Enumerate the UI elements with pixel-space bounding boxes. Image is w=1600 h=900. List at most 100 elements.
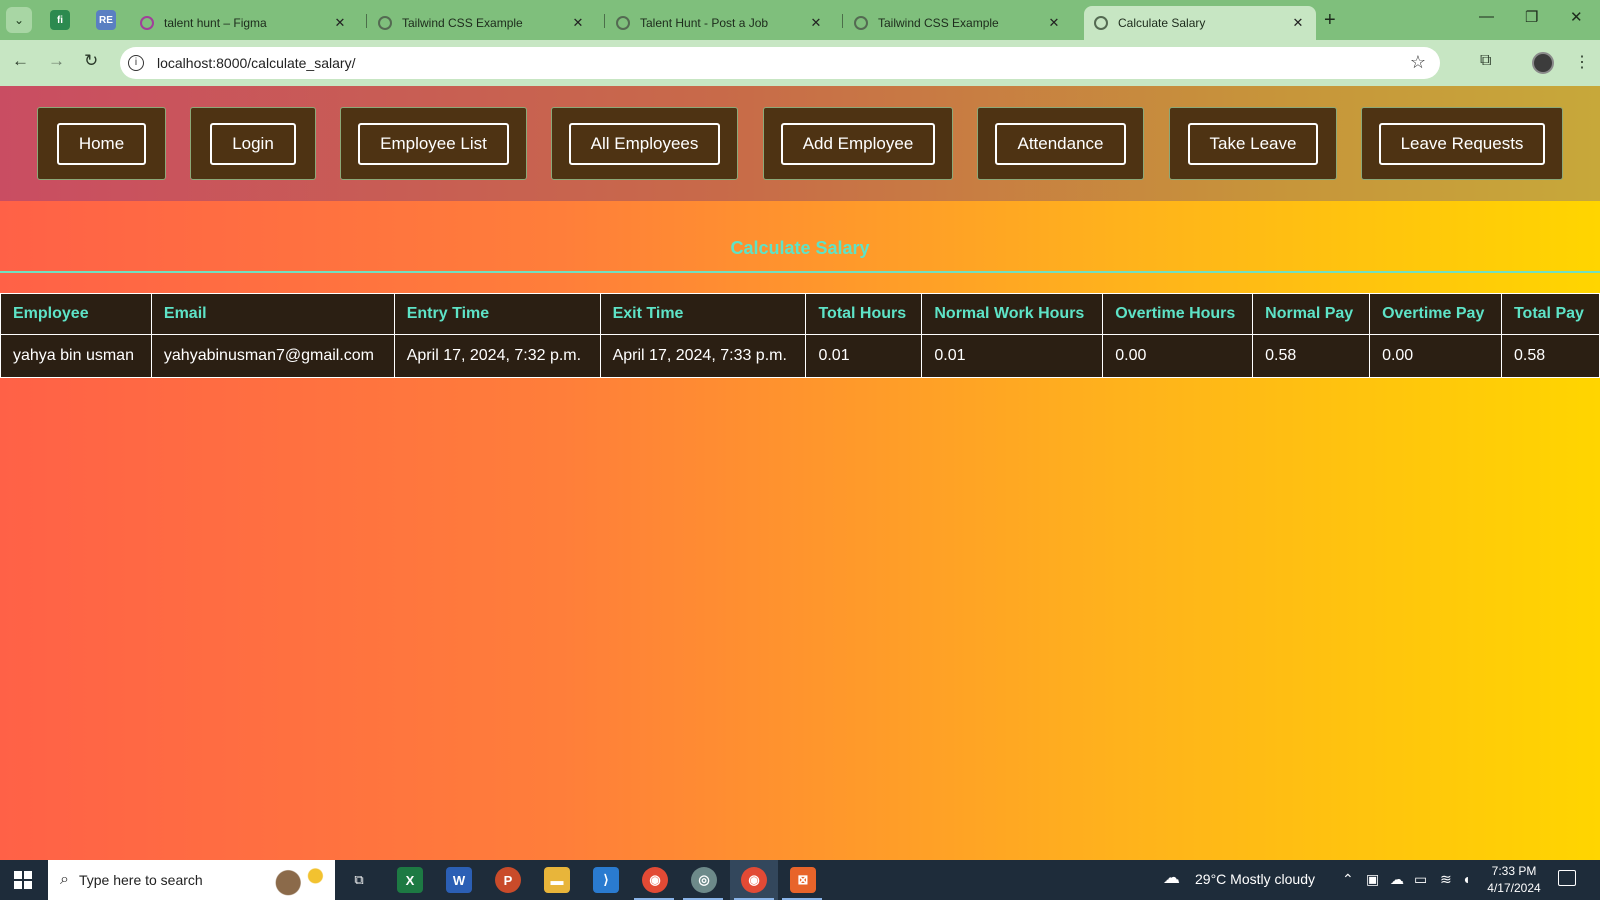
globe-icon	[616, 16, 630, 30]
close-icon[interactable]: ✕	[808, 15, 824, 31]
minimize-icon[interactable]: —	[1479, 8, 1494, 25]
powerpoint-icon[interactable]: P	[495, 867, 521, 893]
nav-card-add-employee: Add Employee	[763, 107, 953, 180]
taskbar-search[interactable]: ⌕ Type here to search	[48, 860, 335, 900]
nav-attendance-button[interactable]: Attendance	[995, 122, 1126, 165]
browser-toolbar: ← → ↻ i localhost:8000/calculate_salary/…	[0, 40, 1600, 86]
cell-employee: yahya bin usman	[0, 334, 152, 378]
globe-icon	[378, 16, 392, 30]
column-header: Normal Work Hours	[921, 293, 1104, 335]
column-header: Total Pay	[1500, 293, 1600, 335]
table-header-row: Employee Email Entry Time Exit Time Tota…	[0, 293, 1600, 335]
globe-icon	[1094, 16, 1108, 30]
back-icon[interactable]: ←	[12, 51, 29, 71]
cell-normal-work-hours: 0.01	[921, 334, 1104, 378]
meet-now-icon[interactable]: ▣	[1366, 871, 1379, 888]
forward-icon[interactable]: →	[48, 51, 65, 71]
column-header: Overtime Pay	[1369, 293, 1502, 335]
tab-calculate-salary[interactable]: Calculate Salary ✕	[1084, 6, 1316, 40]
nav-card-all-employees: All Employees	[551, 107, 738, 180]
close-icon[interactable]: ✕	[1046, 15, 1062, 31]
new-tab-icon[interactable]: +	[1324, 9, 1336, 32]
nav-home-button[interactable]: Home	[56, 122, 147, 165]
tab-title: Calculate Salary	[1118, 16, 1206, 30]
nav-all-employees-button[interactable]: All Employees	[568, 122, 721, 165]
wifi-icon[interactable]: ≋	[1440, 871, 1452, 888]
globe-icon	[854, 16, 868, 30]
cell-overtime-hours: 0.00	[1102, 334, 1254, 378]
tab-search-icon[interactable]: ⌄	[6, 7, 32, 33]
battery-icon[interactable]: ▭	[1414, 871, 1427, 888]
system-clock[interactable]: 7:33 PM 4/17/2024	[1474, 863, 1554, 897]
restore-icon[interactable]: ❐	[1525, 8, 1538, 26]
url-text[interactable]: localhost:8000/calculate_salary/	[157, 55, 355, 71]
column-header: Normal Pay	[1252, 293, 1371, 335]
column-header: Entry Time	[393, 293, 601, 335]
page-title: Calculate Salary	[730, 238, 870, 258]
close-icon[interactable]: ✕	[570, 15, 586, 31]
tab-divider	[842, 14, 843, 28]
nav-take-leave-button[interactable]: Take Leave	[1187, 122, 1319, 165]
tab-divider	[604, 14, 605, 28]
pinned-tab-icon[interactable]: RE	[96, 10, 116, 30]
windows-start-icon[interactable]	[14, 871, 32, 889]
weather-text[interactable]: 29°C Mostly cloudy	[1195, 871, 1315, 887]
cell-total-hours: 0.01	[805, 334, 923, 378]
xampp-icon[interactable]: ⊠	[790, 867, 816, 893]
onedrive-icon[interactable]: ☁	[1390, 871, 1404, 888]
tab-title: Tailwind CSS Example	[402, 16, 523, 30]
github-desktop-icon[interactable]: ◎	[691, 867, 717, 893]
clock-time: 7:33 PM	[1491, 864, 1537, 878]
tab-tailwind-1[interactable]: Tailwind CSS Example ✕	[368, 6, 596, 40]
extensions-icon[interactable]: ⧉	[1480, 52, 1491, 70]
page-viewport: Home Login Employee List All Employees A…	[0, 86, 1600, 860]
close-icon[interactable]: ✕	[332, 15, 348, 31]
cloud-icon[interactable]: ☁	[1163, 868, 1180, 888]
close-icon[interactable]: ✕	[1290, 15, 1306, 31]
chrome-profile-icon[interactable]: ◉	[741, 867, 767, 893]
reload-icon[interactable]: ↻	[84, 51, 98, 71]
window-close-icon[interactable]: ✕	[1570, 8, 1583, 26]
nav-card-take-leave: Take Leave	[1169, 107, 1337, 180]
site-info-icon[interactable]: i	[128, 55, 144, 71]
file-explorer-icon[interactable]: ▬	[544, 867, 570, 893]
tab-post-job[interactable]: Talent Hunt - Post a Job ✕	[606, 6, 834, 40]
menu-kebab-icon[interactable]: ⋮	[1574, 52, 1590, 72]
chrome-icon[interactable]: ◉	[642, 867, 668, 893]
cell-total-pay: 0.58	[1500, 334, 1600, 378]
notification-icon[interactable]	[1558, 870, 1576, 886]
column-header: Overtime Hours	[1102, 293, 1254, 335]
taskbar-search-placeholder[interactable]: Type here to search	[79, 872, 203, 888]
nav-card-attendance: Attendance	[977, 107, 1144, 180]
nav-leave-requests-button[interactable]: Leave Requests	[1378, 122, 1546, 165]
clock-date: 4/17/2024	[1487, 881, 1541, 895]
nav-add-employee-button[interactable]: Add Employee	[780, 122, 936, 165]
volume-icon[interactable]: ◖	[1462, 871, 1470, 887]
excel-icon[interactable]: X	[397, 867, 423, 893]
address-bar[interactable]: i localhost:8000/calculate_salary/ ☆	[120, 47, 1440, 79]
tab-figma[interactable]: talent hunt – Figma ✕	[130, 6, 358, 40]
search-icon: ⌕	[60, 871, 69, 888]
tab-divider	[366, 14, 367, 28]
nav-employee-list-button[interactable]: Employee List	[358, 122, 509, 165]
windows-taskbar: ⌕ Type here to search ⧉ X W P ▬ ⟩ ◉ ◎ ◉ …	[0, 860, 1600, 900]
vscode-icon[interactable]: ⟩	[593, 867, 619, 893]
cell-email: yahyabinusman7@gmail.com	[150, 334, 395, 378]
nav-card-login: Login	[190, 107, 316, 180]
profile-avatar[interactable]	[1532, 52, 1554, 74]
tab-title: Tailwind CSS Example	[878, 16, 999, 30]
task-view-icon[interactable]: ⧉	[346, 867, 372, 893]
browser-tab-strip: ⌄ fi RE talent hunt – Figma ✕ Tailwind C…	[0, 0, 1600, 40]
chevron-up-icon[interactable]: ⌃	[1342, 871, 1354, 888]
tab-title: talent hunt – Figma	[164, 16, 267, 30]
column-header: Exit Time	[599, 293, 807, 335]
column-header: Employee	[0, 293, 152, 335]
nav-login-button[interactable]: Login	[210, 122, 296, 165]
pinned-tab-icon[interactable]: fi	[50, 10, 70, 30]
bookmark-star-icon[interactable]: ☆	[1410, 52, 1426, 73]
nav-card-employee-list: Employee List	[340, 107, 527, 180]
tab-tailwind-2[interactable]: Tailwind CSS Example ✕	[844, 6, 1072, 40]
figma-icon	[140, 16, 154, 30]
nav-card-leave-requests: Leave Requests	[1361, 107, 1563, 180]
word-icon[interactable]: W	[446, 867, 472, 893]
